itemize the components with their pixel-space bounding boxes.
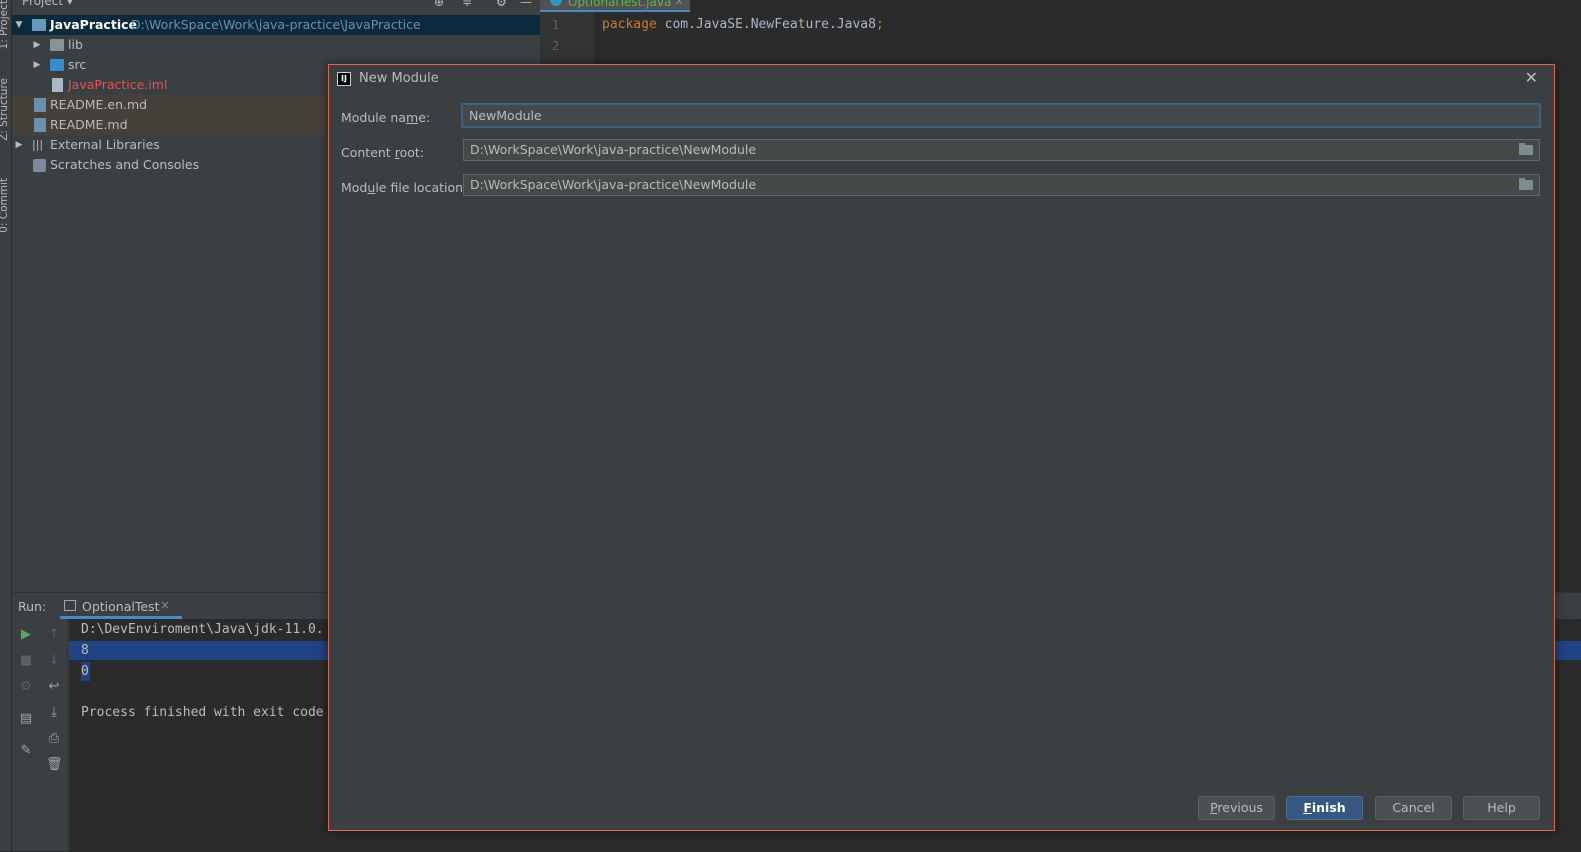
content-root-label: Content root:: [341, 145, 424, 160]
intellij-logo-icon: IJ: [337, 72, 351, 86]
collapsed-arrow-icon[interactable]: ▶: [14, 135, 24, 155]
console-line: 8: [81, 643, 89, 658]
dialog-title: New Module: [359, 71, 439, 86]
close-icon[interactable]: ✕: [1525, 68, 1538, 87]
structure-side-tab[interactable]: Z: Structure: [0, 78, 10, 141]
finish-button[interactable]: Finish: [1286, 796, 1363, 820]
collapse-all-icon[interactable]: ≑: [462, 0, 472, 9]
rerun-icon[interactable]: ▶: [18, 627, 34, 642]
console-icon: [64, 600, 76, 611]
gear-icon[interactable]: ⚙: [496, 0, 507, 9]
console-line: 0: [81, 664, 89, 679]
folder-icon: [50, 39, 64, 51]
collapsed-arrow-icon[interactable]: ▶: [32, 35, 42, 55]
down-arrow-icon[interactable]: ↓: [46, 653, 62, 668]
collapsed-arrow-icon[interactable]: ▶: [32, 55, 42, 75]
tree-item-javapractice[interactable]: ▼ JavaPractice D:\WorkSpace\Work\java-pr…: [12, 15, 540, 35]
new-module-dialog: IJ New Module ✕ Module name: Content roo…: [328, 64, 1555, 831]
previous-button[interactable]: Previous: [1198, 796, 1275, 820]
markdown-file-icon: [34, 98, 46, 112]
project-folder-icon: [32, 19, 46, 31]
commit-side-tab[interactable]: 0: Commit: [0, 178, 10, 233]
class-file-icon: [550, 0, 562, 6]
trash-icon[interactable]: 🗑: [46, 757, 63, 772]
project-path-hint: D:\WorkSpace\Work\java-practice\JavaPrac…: [131, 17, 421, 32]
tree-item-label: External Libraries: [50, 137, 160, 152]
run-tab-optionaltest[interactable]: OptionalTest ×: [60, 593, 182, 619]
pin-icon[interactable]: ✎: [18, 743, 34, 758]
close-icon[interactable]: ×: [674, 0, 684, 8]
soft-wrap-icon[interactable]: ↩: [46, 679, 62, 694]
libraries-icon: |||: [32, 138, 44, 151]
left-tool-stripe: 1: Project Z: Structure 0: Commit: [0, 0, 12, 851]
locate-icon[interactable]: ⊕: [434, 0, 444, 9]
tree-item-label: src: [68, 57, 87, 72]
module-name-label: Module name:: [341, 110, 431, 125]
browse-folder-icon[interactable]: [1519, 143, 1533, 155]
console-line: D:\DevEnviroment\Java\jdk-11.0.: [81, 622, 324, 637]
cancel-button[interactable]: Cancel: [1375, 796, 1452, 820]
run-toolbar-secondary: ↑ ↓ ↩ ⤓ ⎙ 🗑: [40, 619, 68, 852]
editor-tab[interactable]: OptionalTest.java ×: [540, 0, 690, 12]
print-icon[interactable]: ⎙: [46, 731, 62, 746]
tree-item-label: README.en.md: [50, 97, 148, 112]
iml-file-icon: [52, 78, 63, 92]
stop-icon[interactable]: ■: [18, 653, 34, 668]
tree-item-lib[interactable]: ▶ lib: [12, 35, 540, 55]
line-number: 1: [552, 18, 560, 32]
settings-icon[interactable]: ⚙: [18, 679, 34, 694]
tree-item-label: lib: [68, 37, 83, 52]
run-tab-label: OptionalTest: [82, 599, 160, 614]
layout-icon[interactable]: ▤: [18, 711, 34, 726]
up-arrow-icon[interactable]: ↑: [46, 627, 62, 642]
module-file-location-value: D:\WorkSpace\Work\java-practice\NewModul…: [470, 177, 757, 192]
help-button[interactable]: Help: [1463, 796, 1540, 820]
run-toolbar-primary: ▶ ■ ⚙ ▤ ✎: [12, 619, 40, 852]
project-panel-header: Project ▾ ⊕ ≑ ⚙ —: [12, 0, 540, 12]
tree-item-label: README.md: [50, 117, 128, 132]
tree-item-label: JavaPractice: [50, 17, 137, 32]
scratches-icon: [33, 159, 46, 172]
module-file-location-input[interactable]: D:\WorkSpace\Work\java-practice\NewModul…: [463, 174, 1540, 196]
line-number: 2: [552, 39, 560, 53]
minimize-icon[interactable]: —: [520, 0, 532, 9]
content-root-value: D:\WorkSpace\Work\java-practice\NewModul…: [470, 142, 757, 157]
console-line: Process finished with exit code: [81, 705, 324, 720]
browse-folder-icon[interactable]: [1519, 178, 1533, 190]
content-root-input[interactable]: D:\WorkSpace\Work\java-practice\NewModul…: [463, 139, 1540, 161]
expand-arrow-icon[interactable]: ▼: [14, 15, 24, 35]
module-name-input[interactable]: [461, 103, 1541, 128]
module-file-location-label: Module file location:: [341, 180, 468, 195]
source-folder-icon: [50, 59, 64, 71]
close-icon[interactable]: ×: [160, 598, 170, 612]
project-panel-title[interactable]: Project ▾: [22, 0, 73, 8]
run-label: Run:: [18, 599, 47, 614]
markdown-file-icon: [34, 118, 46, 132]
code-line[interactable]: package com.JavaSE.NewFeature.Java8;: [602, 17, 884, 32]
scroll-to-end-icon[interactable]: ⤓: [46, 705, 62, 720]
project-side-tab[interactable]: 1: Project: [0, 0, 10, 49]
dialog-titlebar[interactable]: IJ New Module ✕: [329, 65, 1554, 93]
editor-tab-label: OptionalTest.java: [568, 0, 672, 9]
tree-item-label: Scratches and Consoles: [50, 157, 200, 172]
tree-item-label: JavaPractice.iml: [68, 77, 168, 92]
